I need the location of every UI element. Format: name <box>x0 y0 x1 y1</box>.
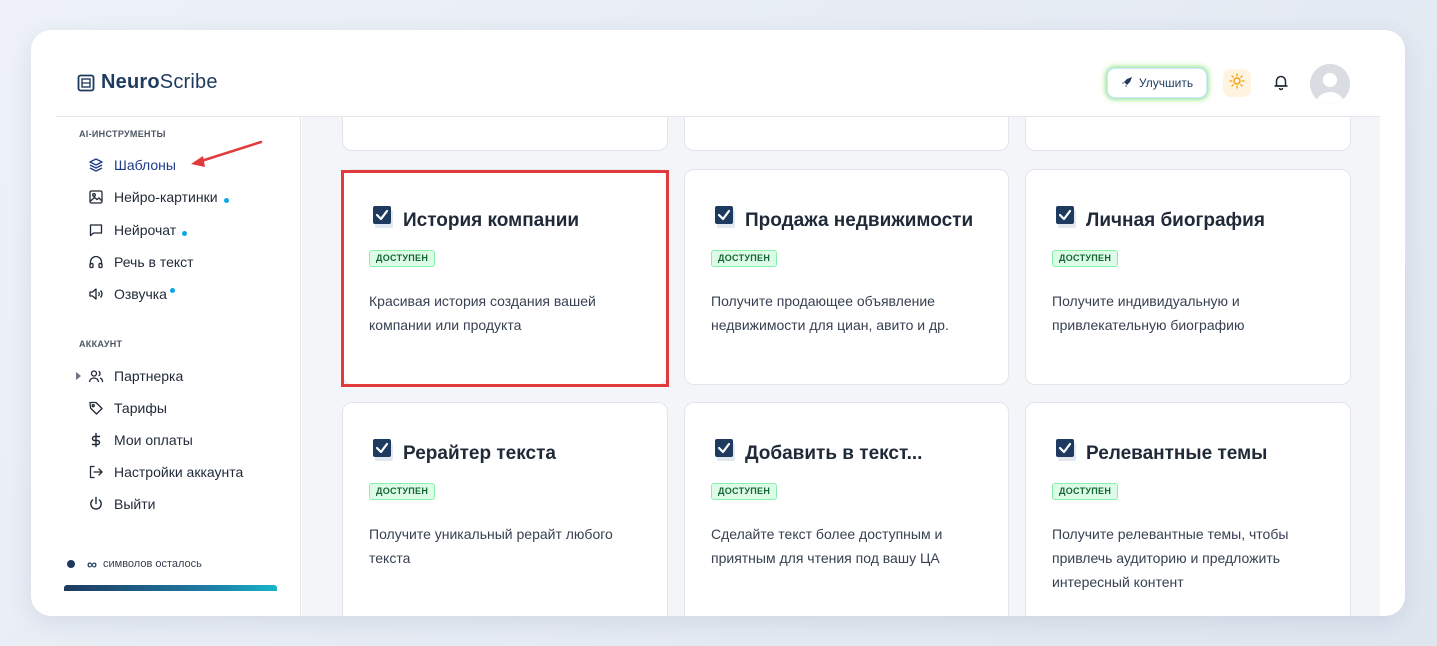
status-badge: ДОСТУПЕН <box>1052 250 1119 267</box>
sidebar-item-label: Озвучка <box>114 286 167 302</box>
new-dot-indicator <box>169 288 175 293</box>
card-title: Релевантные темы <box>1086 443 1268 464</box>
card-title: Личная биография <box>1086 210 1265 231</box>
sidebar-item-label: Нейрочат <box>114 222 177 238</box>
template-card-real-estate[interactable]: Продажа недвижимости ДОСТУПЕН Получите п… <box>684 169 1009 385</box>
avatar[interactable] <box>1310 64 1350 104</box>
template-card-biography[interactable]: Личная биография ДОСТУПЕН Получите индив… <box>1025 169 1351 385</box>
section-title-account: АККАУНТ <box>79 339 123 349</box>
sidebar-item-speech-to-text[interactable]: Речь в текст <box>88 251 194 273</box>
sidebar-item-tariffs[interactable]: Тарифы <box>88 397 167 419</box>
sidebar-item-label: Мои оплаты <box>114 432 193 448</box>
sidebar-item-logout[interactable]: Выйти <box>88 493 155 515</box>
sidebar-item-neuro-images[interactable]: Нейро-картинки <box>88 186 229 208</box>
user-avatar-icon <box>1310 64 1350 104</box>
expand-caret-icon[interactable] <box>76 372 81 380</box>
power-icon <box>88 496 104 512</box>
status-badge: ДОСТУПЕН <box>711 250 778 267</box>
symbols-remaining: ∞ символов осталось <box>67 556 202 572</box>
card-title: Добавить в текст... <box>745 443 923 464</box>
app-window: NeuroScribe Улучшить AI-ИНСТРУМЕНТЫ Шабл… <box>31 30 1405 616</box>
card-description: Получите продающее объявление недвижимос… <box>711 293 949 333</box>
template-card[interactable] <box>684 117 1009 151</box>
card-description: Получите уникальный рерайт любого текста <box>369 526 613 566</box>
logo-icon <box>77 74 95 92</box>
notifications-button[interactable] <box>1267 70 1295 98</box>
checkbox-icon <box>373 439 395 469</box>
card-title: Рерайтер текста <box>403 443 556 464</box>
card-description: Получите индивидуальную и привлекательну… <box>1052 293 1245 333</box>
settings-exit-icon <box>88 464 104 480</box>
sidebar-item-partners[interactable]: Партнерка <box>76 365 184 387</box>
checkbox-icon <box>373 206 395 236</box>
sidebar-item-neurochat[interactable]: Нейрочат <box>88 219 188 241</box>
sidebar-item-label: Тарифы <box>114 400 167 416</box>
chat-icon <box>88 222 104 238</box>
checkbox-icon <box>1056 439 1078 469</box>
sidebar: AI-ИНСТРУМЕНТЫ Шаблоны Нейро-картинки Не… <box>31 117 301 616</box>
header: NeuroScribe Улучшить <box>31 30 1405 117</box>
checkbox-icon <box>715 206 737 236</box>
rocket-icon <box>1121 76 1133 91</box>
sidebar-item-label: Настройки аккаунта <box>114 464 244 480</box>
section-title-tools: AI-ИНСТРУМЕНТЫ <box>79 129 166 139</box>
sidebar-item-label: Нейро-картинки <box>114 189 218 205</box>
sidebar-item-templates[interactable]: Шаблоны <box>88 154 176 176</box>
theme-toggle-button[interactable] <box>1223 69 1251 97</box>
upgrade-button[interactable]: Улучшить <box>1107 68 1207 98</box>
symbols-count: ∞ <box>87 556 97 572</box>
dollar-icon <box>88 432 104 448</box>
annotation-arrow-icon <box>191 140 263 167</box>
logo-text-bold: Neuro <box>101 71 160 93</box>
template-card-company-history[interactable]: История компании ДОСТУПЕН Красивая истор… <box>342 169 668 385</box>
new-dot-indicator <box>182 231 188 236</box>
sun-icon <box>1229 72 1245 94</box>
checkbox-icon <box>1056 206 1078 236</box>
template-card-add-to-text[interactable]: Добавить в текст... ДОСТУПЕН Сделайте те… <box>684 402 1009 616</box>
status-badge: ДОСТУПЕН <box>369 250 436 267</box>
card-description: Получите релевантные темы, чтобы привлеч… <box>1052 526 1289 590</box>
sidebar-item-label: Шаблоны <box>114 157 176 173</box>
sidebar-item-label: Выйти <box>114 496 156 512</box>
headphones-icon <box>88 254 104 270</box>
status-dot-icon <box>67 560 75 568</box>
image-icon <box>88 189 104 205</box>
upgrade-label: Улучшить <box>1138 76 1194 90</box>
sidebar-item-label: Партнерка <box>114 368 184 384</box>
template-card-rewriter[interactable]: Рерайтер текста ДОСТУПЕН Получите уникал… <box>342 402 668 616</box>
tag-icon <box>88 400 104 416</box>
layers-icon <box>88 157 104 173</box>
card-title: Продажа недвижимости <box>745 210 974 231</box>
card-description: Красивая история создания вашей компании… <box>369 293 596 333</box>
status-badge: ДОСТУПЕН <box>369 483 436 500</box>
status-badge: ДОСТУПЕН <box>1052 483 1119 500</box>
card-title: История компании <box>403 210 580 231</box>
logo[interactable]: NeuroScribe <box>77 71 218 94</box>
logo-text-light: Scribe <box>159 71 218 93</box>
checkbox-icon <box>715 439 737 469</box>
users-icon <box>88 368 104 384</box>
sidebar-item-voiceover[interactable]: Озвучка <box>88 283 175 305</box>
sidebar-item-label: Речь в текст <box>114 254 194 270</box>
speaker-icon <box>88 286 104 302</box>
symbols-label: символов осталось <box>102 558 202 570</box>
templates-grid: История компании ДОСТУПЕН Красивая истор… <box>302 117 1380 616</box>
template-card-relevant-topics[interactable]: Релевантные темы ДОСТУПЕН Получите релев… <box>1025 402 1351 616</box>
template-card[interactable] <box>1025 117 1351 151</box>
symbols-progress-bar <box>64 585 277 591</box>
new-dot-indicator <box>223 198 229 203</box>
template-card[interactable] <box>342 117 668 151</box>
sidebar-item-account-settings[interactable]: Настройки аккаунта <box>88 461 243 483</box>
sidebar-item-my-payments[interactable]: Мои оплаты <box>88 429 193 451</box>
card-description: Сделайте текст более доступным и приятны… <box>711 526 943 566</box>
bell-icon <box>1272 73 1290 96</box>
status-badge: ДОСТУПЕН <box>711 483 778 500</box>
